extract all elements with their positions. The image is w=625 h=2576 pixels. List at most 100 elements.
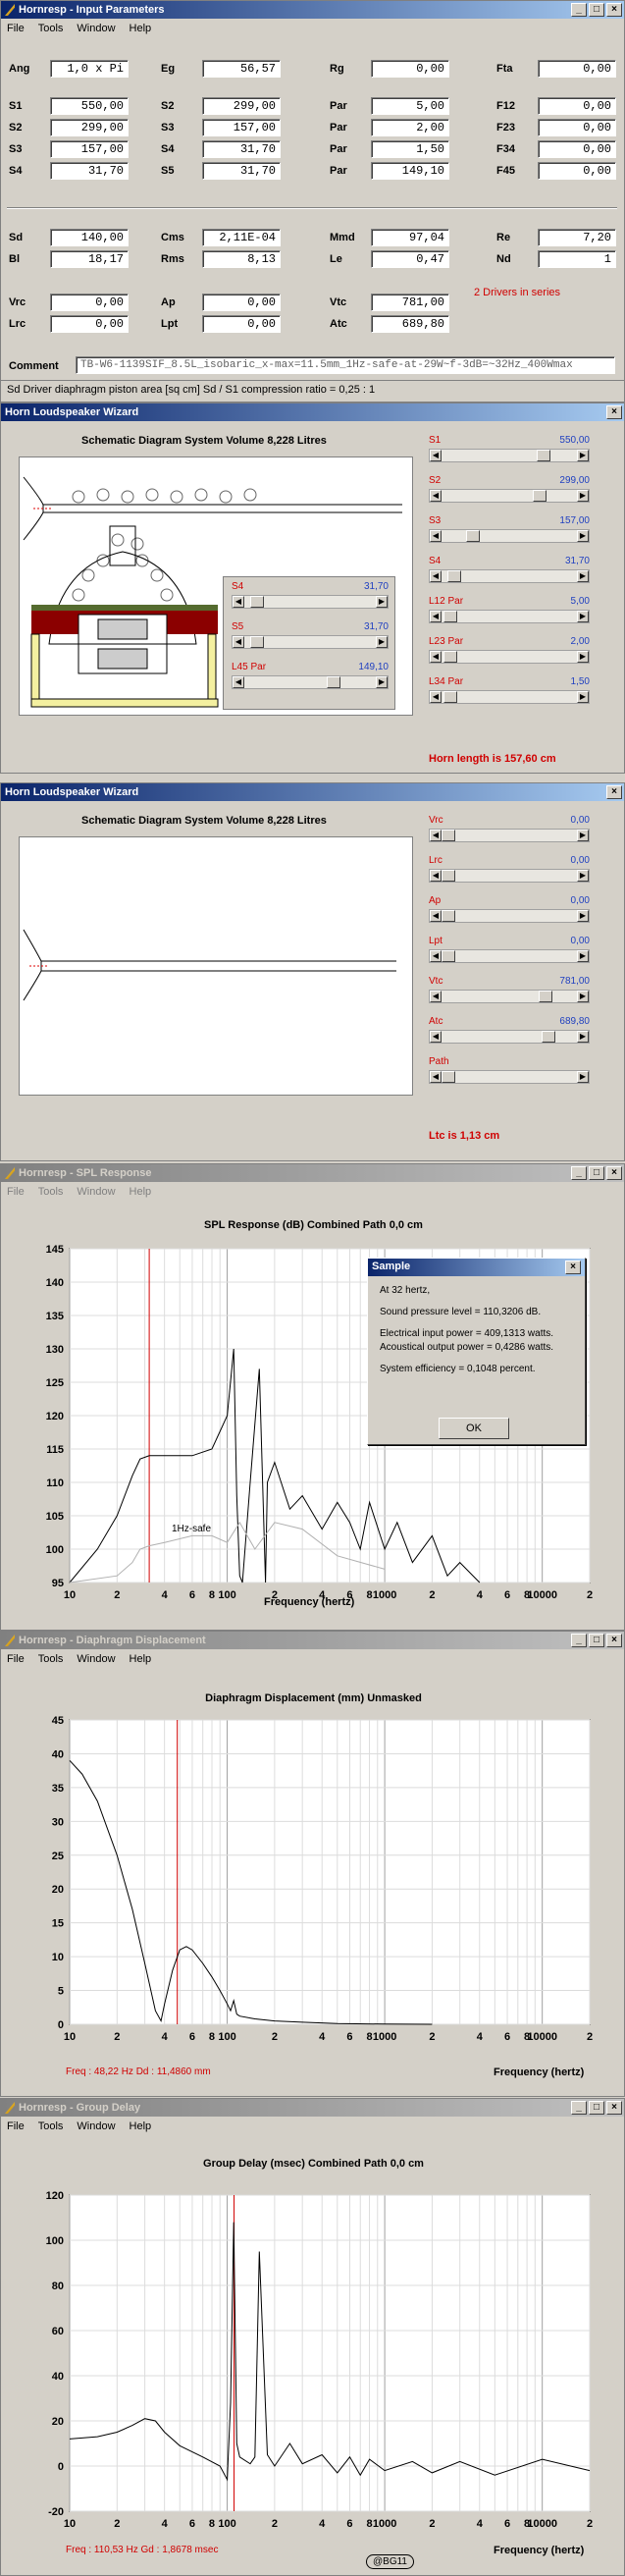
slider-thumb[interactable] — [443, 691, 458, 703]
arrow-right-icon[interactable]: ▶ — [577, 1071, 589, 1083]
slider-thumb[interactable] — [442, 870, 455, 882]
arrow-left-icon[interactable]: ◀ — [430, 1071, 442, 1083]
slider-track[interactable]: ◀ ▶ — [429, 829, 590, 842]
slider-track[interactable]: ◀ ▶ — [429, 569, 590, 583]
slider-track[interactable]: ◀ ▶ — [232, 635, 389, 649]
menu-file[interactable]: File — [7, 23, 25, 34]
arrow-left-icon[interactable]: ◀ — [233, 596, 244, 608]
arrow-left-icon[interactable]: ◀ — [430, 530, 442, 542]
maximize-button[interactable]: □ — [589, 3, 604, 17]
param-field[interactable]: 299,00 — [50, 119, 129, 136]
arrow-right-icon[interactable]: ▶ — [577, 991, 589, 1002]
param-field[interactable]: 0,00 — [202, 294, 281, 311]
slider-track[interactable]: ◀ ▶ — [429, 909, 590, 923]
param-field[interactable]: 31,70 — [202, 140, 281, 158]
param-field[interactable]: 689,80 — [371, 315, 449, 333]
param-field[interactable]: 97,04 — [371, 229, 449, 246]
arrow-right-icon[interactable]: ▶ — [577, 611, 589, 622]
arrow-right-icon[interactable]: ▶ — [376, 636, 388, 648]
param-field[interactable]: 0,47 — [371, 250, 449, 268]
arrow-right-icon[interactable]: ▶ — [577, 830, 589, 841]
slider-thumb[interactable] — [539, 991, 553, 1002]
arrow-left-icon[interactable]: ◀ — [430, 950, 442, 962]
arrow-left-icon[interactable]: ◀ — [430, 910, 442, 922]
close-button[interactable]: × — [606, 3, 622, 17]
slider-thumb[interactable] — [447, 570, 462, 582]
param-field[interactable]: 0,00 — [50, 294, 129, 311]
param-field[interactable]: 157,00 — [202, 119, 281, 136]
slider-thumb[interactable] — [442, 950, 455, 962]
arrow-right-icon[interactable]: ▶ — [577, 950, 589, 962]
arrow-right-icon[interactable]: ▶ — [577, 490, 589, 502]
slider-track[interactable]: ◀ ▶ — [429, 1030, 590, 1044]
menu-tools[interactable]: Tools — [38, 23, 64, 34]
param-field[interactable]: 18,17 — [50, 250, 129, 268]
slider-thumb[interactable] — [250, 596, 264, 608]
slider-track[interactable]: ◀ ▶ — [429, 610, 590, 623]
param-field[interactable]: 0,00 — [538, 119, 616, 136]
arrow-right-icon[interactable]: ▶ — [577, 651, 589, 663]
param-field[interactable]: 31,70 — [202, 162, 281, 180]
arrow-right-icon[interactable]: ▶ — [577, 691, 589, 703]
arrow-left-icon[interactable]: ◀ — [233, 636, 244, 648]
param-field[interactable]: 0,00 — [371, 60, 449, 78]
param-field[interactable]: 7,20 — [538, 229, 616, 246]
slider-track[interactable]: ◀ ▶ — [429, 690, 590, 704]
param-field[interactable]: 0,00 — [538, 162, 616, 180]
arrow-right-icon[interactable]: ▶ — [577, 530, 589, 542]
slider-thumb[interactable] — [442, 1071, 455, 1083]
slider-thumb[interactable] — [442, 910, 455, 922]
arrow-right-icon[interactable]: ▶ — [376, 596, 388, 608]
slider-thumb[interactable] — [465, 530, 480, 542]
param-field[interactable]: 0,00 — [202, 315, 281, 333]
arrow-left-icon[interactable]: ◀ — [430, 870, 442, 882]
arrow-left-icon[interactable]: ◀ — [430, 611, 442, 622]
param-field[interactable]: 0,00 — [538, 140, 616, 158]
param-field[interactable]: 0,00 — [538, 97, 616, 115]
arrow-right-icon[interactable]: ▶ — [577, 570, 589, 582]
arrow-left-icon[interactable]: ◀ — [430, 570, 442, 582]
arrow-left-icon[interactable]: ◀ — [430, 691, 442, 703]
slider-track[interactable]: ◀ ▶ — [429, 949, 590, 963]
arrow-left-icon[interactable]: ◀ — [430, 490, 442, 502]
arrow-left-icon[interactable]: ◀ — [233, 676, 244, 688]
slider-thumb[interactable] — [327, 676, 340, 688]
arrow-right-icon[interactable]: ▶ — [376, 676, 388, 688]
arrow-right-icon[interactable]: ▶ — [577, 910, 589, 922]
arrow-right-icon[interactable]: ▶ — [577, 450, 589, 461]
slider-thumb[interactable] — [250, 636, 264, 648]
arrow-left-icon[interactable]: ◀ — [430, 450, 442, 461]
arrow-left-icon[interactable]: ◀ — [430, 1031, 442, 1043]
arrow-left-icon[interactable]: ◀ — [430, 830, 442, 841]
param-field[interactable]: 2,00 — [371, 119, 449, 136]
arrow-right-icon[interactable]: ▶ — [577, 870, 589, 882]
param-field[interactable]: 5,00 — [371, 97, 449, 115]
slider-track[interactable]: ◀ ▶ — [429, 1070, 590, 1084]
dialog-close-button[interactable]: × — [565, 1261, 581, 1274]
param-field[interactable]: 31,70 — [50, 162, 129, 180]
slider-track[interactable]: ◀ ▶ — [232, 595, 389, 609]
param-field[interactable]: 2,11E-04 — [202, 229, 281, 246]
param-field[interactable]: 1,0 x Pi — [50, 60, 129, 78]
slider-thumb[interactable] — [541, 1031, 555, 1043]
param-field[interactable]: 8,13 — [202, 250, 281, 268]
slider-track[interactable]: ◀ ▶ — [429, 990, 590, 1003]
slider-track[interactable]: ◀ ▶ — [429, 489, 590, 503]
slider-track[interactable]: ◀ ▶ — [232, 675, 389, 689]
slider-track[interactable]: ◀ ▶ — [429, 449, 590, 462]
param-field[interactable]: 1,50 — [371, 140, 449, 158]
comment-field[interactable]: TB-W6-1139SIF_8.5L_isobaric_x-max=11.5mm… — [76, 356, 615, 374]
slider-track[interactable]: ◀ ▶ — [429, 529, 590, 543]
ok-button[interactable]: OK — [439, 1418, 509, 1439]
close-button[interactable]: × — [606, 785, 622, 799]
slider-thumb[interactable] — [443, 651, 458, 663]
arrow-right-icon[interactable]: ▶ — [577, 1031, 589, 1043]
arrow-left-icon[interactable]: ◀ — [430, 651, 442, 663]
minimize-button[interactable]: _ — [571, 3, 587, 17]
param-field[interactable]: 781,00 — [371, 294, 449, 311]
param-field[interactable]: 0,00 — [50, 315, 129, 333]
slider-thumb[interactable] — [443, 611, 458, 622]
menu-help[interactable]: Help — [130, 23, 152, 34]
slider-track[interactable]: ◀ ▶ — [429, 869, 590, 883]
param-field[interactable]: 1 — [538, 250, 616, 268]
